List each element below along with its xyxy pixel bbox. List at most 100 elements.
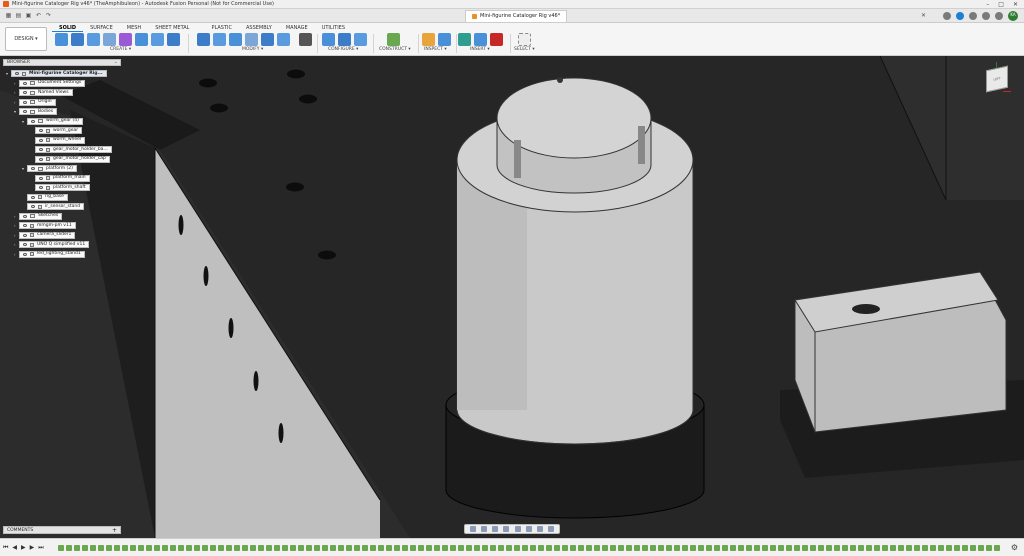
timeline-feature-icon[interactable] <box>122 545 128 551</box>
visibility-eye-icon[interactable] <box>23 233 27 237</box>
step-forward-icon[interactable]: ▶ <box>30 544 35 552</box>
timeline-feature-icon[interactable] <box>930 545 936 551</box>
visibility-eye-icon[interactable] <box>31 205 35 208</box>
timeline-feature-icon[interactable] <box>850 545 856 551</box>
go-to-end-icon[interactable]: ⏭ <box>38 544 43 552</box>
configure-table-icon[interactable] <box>322 33 335 46</box>
job-status-icon[interactable] <box>969 12 977 20</box>
browser-node[interactable]: worm_wheel <box>30 136 86 144</box>
timeline-feature-icon[interactable] <box>634 545 640 551</box>
tab-plastic[interactable]: PLASTIC <box>204 23 239 32</box>
timeline-feature-icon[interactable] <box>506 545 512 551</box>
timeline-feature-icon[interactable] <box>938 545 944 551</box>
timeline-feature-icon[interactable] <box>738 545 744 551</box>
timeline-feature-icon[interactable] <box>914 545 920 551</box>
timeline-feature-icon[interactable] <box>970 545 976 551</box>
timeline-feature-icon[interactable] <box>450 545 456 551</box>
tab-surface[interactable]: SURFACE <box>83 23 120 32</box>
look-at-icon[interactable] <box>480 526 487 532</box>
timeline-feature-icon[interactable] <box>322 545 328 551</box>
browser-node[interactable]: platform_main <box>30 174 90 182</box>
timeline-feature-icon[interactable] <box>370 545 376 551</box>
timeline-feature-icon[interactable] <box>442 545 448 551</box>
timeline-feature-icon[interactable] <box>490 545 496 551</box>
workspace-switcher[interactable]: DESIGN ▾ <box>5 27 47 51</box>
configure-rule-icon[interactable] <box>338 33 351 46</box>
extrude-icon[interactable] <box>71 33 84 46</box>
timeline-feature-icon[interactable] <box>274 545 280 551</box>
browser-node[interactable]: › mmgm-pm v11 <box>14 222 76 229</box>
browser-root-node[interactable]: ▾ Mini-figurine Cataloger Rig... <box>6 70 107 77</box>
chamfer-icon[interactable] <box>229 33 242 46</box>
timeline-feature-icon[interactable] <box>82 545 88 551</box>
visibility-eye-icon[interactable] <box>23 243 27 246</box>
timeline-feature-icon[interactable] <box>642 545 648 551</box>
timeline-feature-icon[interactable] <box>586 545 592 551</box>
timeline-feature-icon[interactable] <box>578 545 584 551</box>
timeline-feature-icon[interactable] <box>770 545 776 551</box>
timeline-feature-icon[interactable] <box>410 545 416 551</box>
visibility-eye-icon[interactable] <box>15 72 19 75</box>
timeline-feature-icon[interactable] <box>474 545 480 551</box>
timeline-feature-icon[interactable] <box>202 545 208 551</box>
timeline-feature-icon[interactable] <box>602 545 608 551</box>
timeline-feature-icon[interactable] <box>418 545 424 551</box>
timeline-feature-icon[interactable] <box>114 545 120 551</box>
timeline-feature-icon[interactable] <box>146 545 152 551</box>
pattern-icon[interactable] <box>151 33 164 46</box>
timeline-feature-icon[interactable] <box>874 545 880 551</box>
timeline-feature-icon[interactable] <box>130 545 136 551</box>
timeline-feature-icon[interactable] <box>618 545 624 551</box>
timeline-feature-icon[interactable] <box>842 545 848 551</box>
timeline-feature-icon[interactable] <box>946 545 952 551</box>
save-icon[interactable]: ▣ <box>25 12 32 19</box>
timeline-feature-icon[interactable] <box>698 545 704 551</box>
timeline-feature-icon[interactable] <box>394 545 400 551</box>
timeline-feature-icon[interactable] <box>906 545 912 551</box>
help-icon[interactable] <box>995 12 1003 20</box>
browser-node[interactable]: gear_motor_holder_ba... <box>30 146 112 153</box>
close-window-button[interactable]: ✕ <box>1013 1 1018 8</box>
timeline-feature-icon[interactable] <box>226 545 232 551</box>
measure-icon[interactable] <box>422 33 435 46</box>
timeline-feature-icon[interactable] <box>162 545 168 551</box>
timeline-feature-icon[interactable] <box>170 545 176 551</box>
split-icon[interactable] <box>277 33 290 46</box>
timeline-feature-icon[interactable] <box>354 545 360 551</box>
insert-canvas-icon[interactable] <box>474 33 487 46</box>
visibility-eye-icon[interactable] <box>23 252 27 256</box>
timeline-feature-icon[interactable] <box>690 545 696 551</box>
timeline-feature-icon[interactable] <box>706 545 712 551</box>
timeline-feature-icon[interactable] <box>650 545 656 551</box>
timeline-feature-icon[interactable] <box>482 545 488 551</box>
timeline-feature-icon[interactable] <box>986 545 992 551</box>
timeline-feature-icon[interactable] <box>522 545 528 551</box>
insert-derive-icon[interactable] <box>458 33 471 46</box>
timeline-feature-icon[interactable] <box>546 545 552 551</box>
timeline-feature-icon[interactable] <box>458 545 464 551</box>
visibility-eye-icon[interactable] <box>39 176 43 180</box>
timeline-feature-icon[interactable] <box>778 545 784 551</box>
browser-node[interactable]: › camera_slider1 <box>14 231 76 239</box>
timeline-feature-icon[interactable] <box>266 545 272 551</box>
timeline-feature-icon[interactable] <box>426 545 432 551</box>
timeline-feature-icon[interactable] <box>866 545 872 551</box>
timeline-feature-icon[interactable] <box>954 545 960 551</box>
timeline-feature-icon[interactable] <box>562 545 568 551</box>
redo-icon[interactable]: ↷ <box>45 12 52 19</box>
timeline-feature-icon[interactable] <box>178 545 184 551</box>
timeline-feature-icon[interactable] <box>810 545 816 551</box>
document-tab[interactable]: Mini-figurine Cataloger Rig v46* <box>465 9 568 22</box>
browser-node[interactable]: › Sketches <box>14 212 63 220</box>
timeline-feature-icon[interactable] <box>538 545 544 551</box>
viewports-icon[interactable] <box>548 526 555 532</box>
zoom-icon[interactable] <box>503 526 510 532</box>
timeline-feature-icon[interactable] <box>762 545 768 551</box>
timeline-feature-icon[interactable] <box>98 545 104 551</box>
browser-node[interactable]: ▾ Bodies <box>14 108 58 115</box>
browser-node[interactable]: › Document Settings <box>14 79 86 87</box>
timeline-feature-icon[interactable] <box>714 545 720 551</box>
timeline-feature-icon[interactable] <box>674 545 680 551</box>
fit-icon[interactable] <box>514 526 521 532</box>
interference-icon[interactable] <box>438 33 451 46</box>
